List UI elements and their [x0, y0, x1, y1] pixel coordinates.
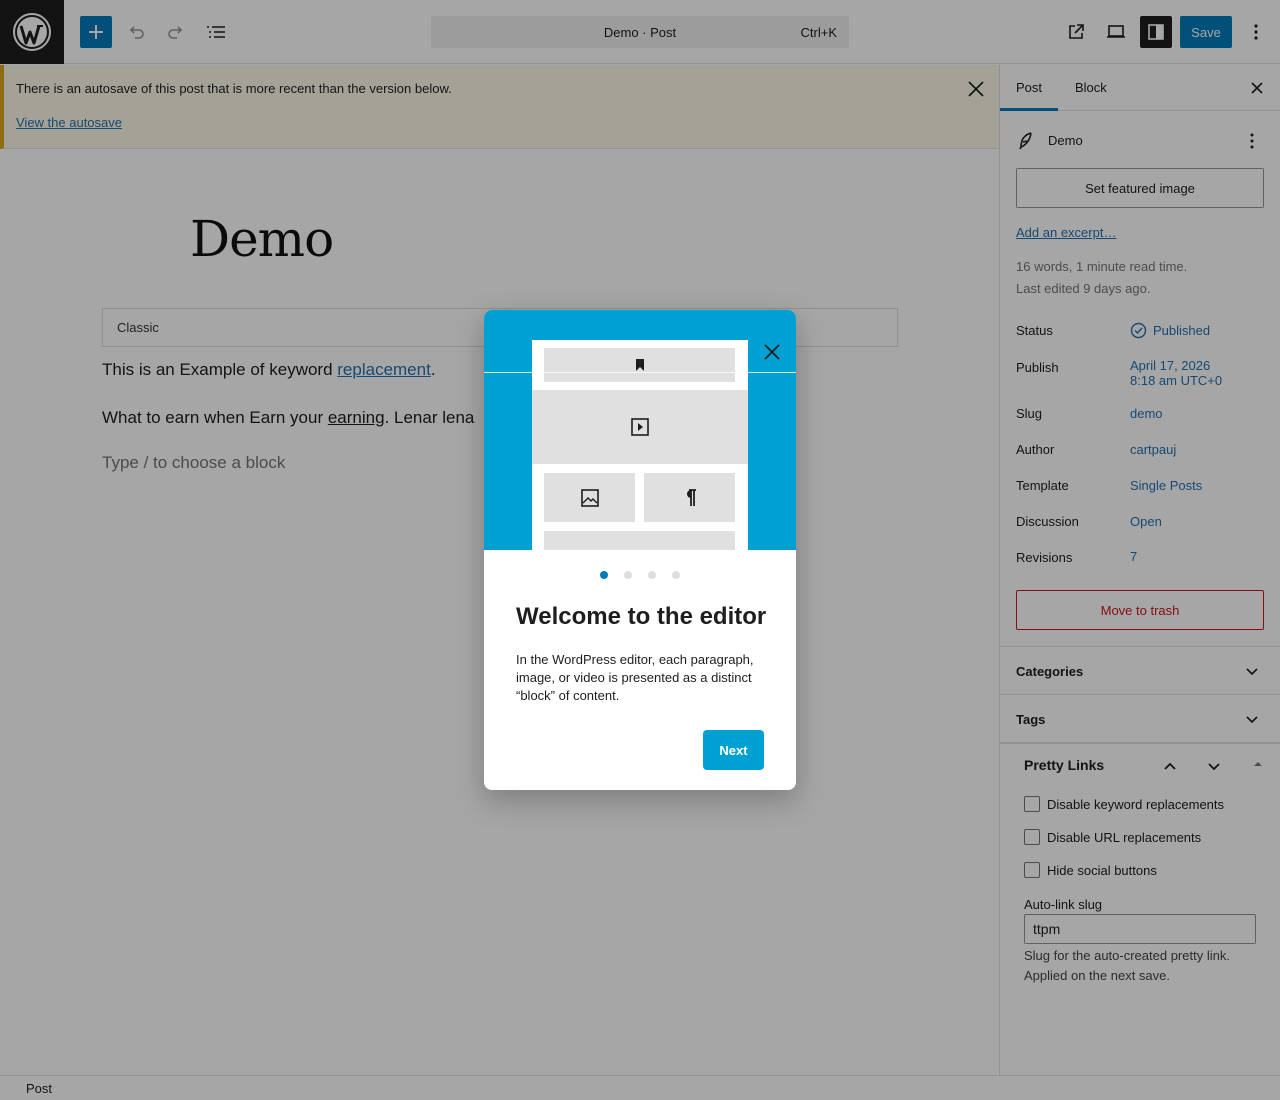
illustration-block [644, 473, 735, 522]
next-button[interactable]: Next [703, 730, 764, 770]
illustration-block [544, 473, 635, 522]
illustration-block [544, 531, 735, 550]
modal-heading: Welcome to the editor [516, 603, 767, 630]
bookmark-icon [635, 359, 644, 371]
illustration-block [532, 390, 748, 464]
page-dot[interactable] [672, 571, 680, 579]
close-icon[interactable] [760, 340, 784, 364]
page-dot[interactable] [624, 571, 632, 579]
modal-body: In the WordPress editor, each paragraph,… [516, 652, 754, 703]
illustration-line [484, 372, 796, 373]
paragraph-icon [686, 488, 696, 506]
page-dot[interactable] [600, 571, 608, 579]
page-dots [484, 571, 796, 581]
video-icon [631, 418, 649, 436]
page-dot[interactable] [648, 571, 656, 579]
welcome-guide-modal: Welcome to the editor In the WordPress e… [484, 310, 796, 790]
image-icon [580, 488, 599, 507]
illustration-block [544, 348, 735, 382]
welcome-illustration [484, 310, 796, 550]
